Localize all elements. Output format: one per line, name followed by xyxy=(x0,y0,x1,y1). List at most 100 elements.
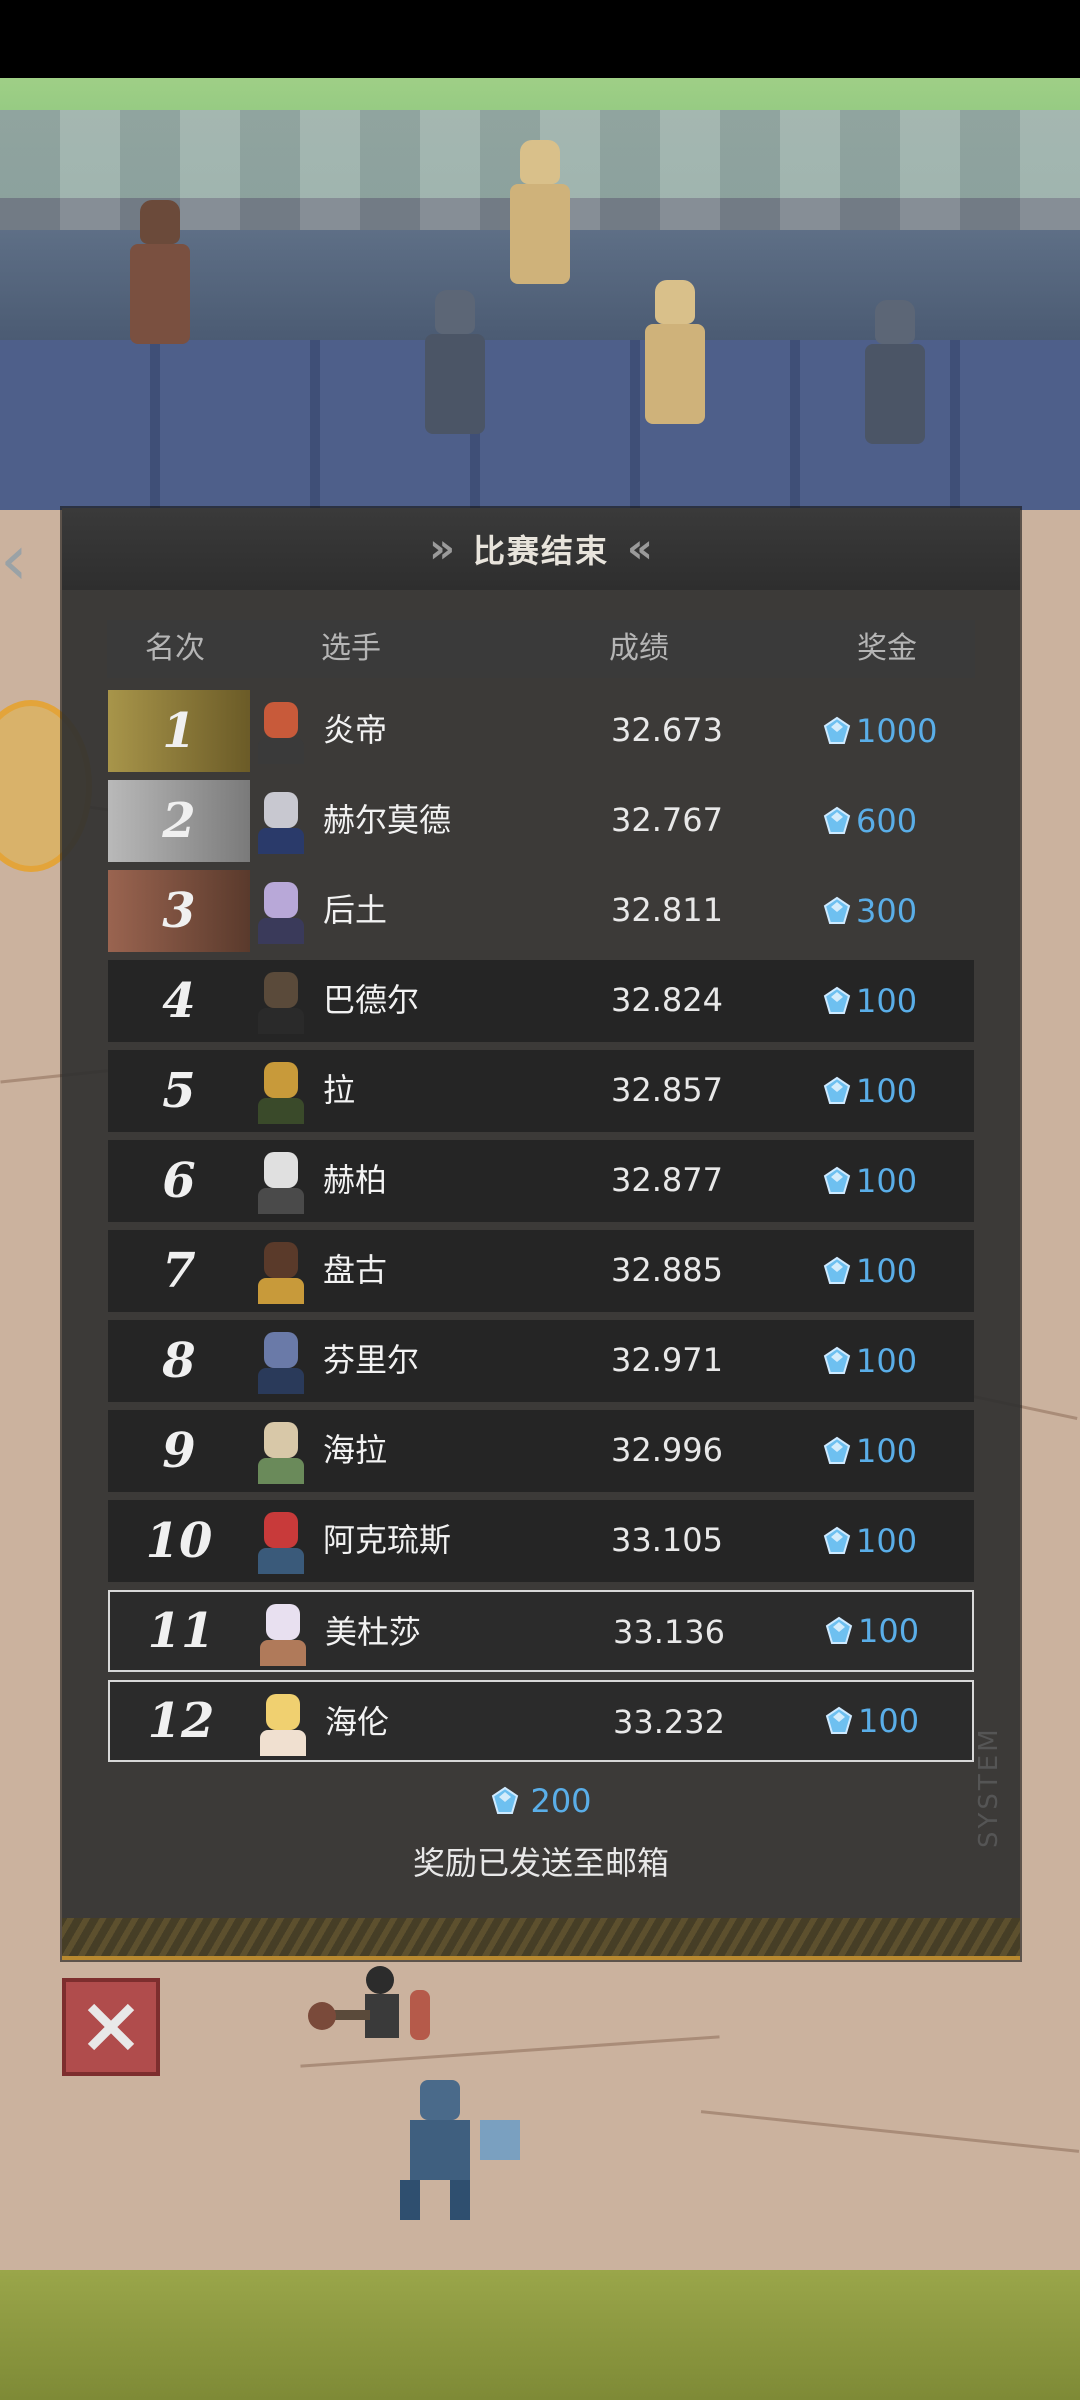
player-name: 美杜莎 xyxy=(325,1613,422,1651)
prize-amount: 1000 xyxy=(856,712,938,750)
rank-number: 8 xyxy=(162,1333,196,1389)
result-row: 12 海伦 33.232 100 xyxy=(108,1680,974,1762)
gem-icon xyxy=(492,1786,519,1814)
rank-cell: 1 xyxy=(108,690,250,772)
rank-cell: 8 xyxy=(108,1320,250,1402)
prize-amount: 100 xyxy=(856,1162,918,1200)
prize: 100 xyxy=(822,1500,917,1582)
result-row: 11 美杜莎 33.136 100 xyxy=(108,1590,974,1672)
column-header-score: 成绩 xyxy=(609,631,669,666)
player-score: 32.767 xyxy=(611,801,723,839)
rank-cell: 10 xyxy=(108,1500,250,1582)
rank-cell: 3 xyxy=(108,870,250,952)
column-header-rank: 名次 xyxy=(145,631,205,666)
gem-icon xyxy=(823,716,851,744)
rank-number: 9 xyxy=(162,1423,196,1479)
rank-number: 5 xyxy=(162,1063,196,1119)
rank-number: 12 xyxy=(147,1693,215,1749)
spectator xyxy=(420,290,490,450)
prize-amount: 100 xyxy=(858,1612,920,1650)
prize: 100 xyxy=(822,1050,917,1132)
result-row: 3 后土 32.811 300 xyxy=(108,870,974,952)
gem-icon xyxy=(823,896,851,924)
result-row: 8 芬里尔 32.971 100 xyxy=(108,1320,974,1402)
rank-cell: 7 xyxy=(108,1230,250,1312)
rank-cell: 4 xyxy=(108,960,250,1042)
gem-icon xyxy=(823,1526,851,1554)
player-score: 33.105 xyxy=(611,1521,723,1559)
player-score: 32.996 xyxy=(611,1431,723,1469)
chevron-left-icon: « xyxy=(627,526,653,572)
player-score: 33.232 xyxy=(613,1703,725,1741)
player-score: 32.877 xyxy=(611,1161,723,1199)
rank-number: 11 xyxy=(147,1603,215,1659)
prize: 100 xyxy=(822,1320,917,1402)
gem-icon xyxy=(823,1076,851,1104)
results-table-header: 名次 选手 成绩 奖金 xyxy=(107,620,975,678)
close-button[interactable] xyxy=(62,1978,160,2076)
rank-cell: 6 xyxy=(108,1140,250,1222)
player-avatar xyxy=(250,1418,312,1484)
player-score: 32.971 xyxy=(611,1341,723,1379)
ground-crack xyxy=(700,2110,1080,2153)
player-name: 炎帝 xyxy=(323,711,388,749)
player-avatar xyxy=(250,698,312,764)
prize-amount: 100 xyxy=(856,1252,918,1290)
player-score: 32.824 xyxy=(611,981,723,1019)
prize: 100 xyxy=(822,1140,917,1222)
rank-cell: 9 xyxy=(108,1410,250,1492)
total-reward: 200 xyxy=(62,1776,1020,1826)
prize-amount: 100 xyxy=(856,1072,918,1110)
player-avatar xyxy=(250,788,312,854)
gem-icon xyxy=(823,986,851,1014)
gem-icon xyxy=(823,806,851,834)
column-header-prize: 奖金 xyxy=(857,631,917,666)
prize: 100 xyxy=(822,960,917,1042)
result-row: 10 阿克琉斯 33.105 100 xyxy=(108,1500,974,1582)
rank-number: 7 xyxy=(162,1243,196,1299)
player-avatar xyxy=(250,1148,312,1214)
player-name: 芬里尔 xyxy=(323,1341,420,1379)
result-row: 2 赫尔莫德 32.767 600 xyxy=(108,780,974,862)
player-name: 海伦 xyxy=(325,1703,390,1741)
player-name: 海拉 xyxy=(323,1431,388,1469)
player-avatar xyxy=(250,1058,312,1124)
player-score: 32.857 xyxy=(611,1071,723,1109)
player-avatar xyxy=(250,1328,312,1394)
prize-amount: 100 xyxy=(856,1342,918,1380)
column-header-player: 选手 xyxy=(321,631,381,666)
armored-fighter-character xyxy=(340,2070,540,2230)
rank-cell: 12 xyxy=(110,1682,252,1760)
player-avatar xyxy=(250,968,312,1034)
game-screen: ‹ » 比赛结束 « SYSTEM 200 奖励已发送至邮箱 名次 选手 成绩 … xyxy=(0,0,1080,2400)
panel-bottom-border xyxy=(62,1956,1020,1960)
result-row: 4 巴德尔 32.824 100 xyxy=(108,960,974,1042)
player-avatar xyxy=(252,1600,314,1666)
result-row: 1 炎帝 32.673 1000 xyxy=(108,690,974,772)
spectator xyxy=(860,300,930,460)
player-name: 赫尔莫德 xyxy=(323,801,452,839)
gem-icon xyxy=(825,1616,853,1644)
spectator xyxy=(640,280,710,440)
prize: 300 xyxy=(822,870,917,952)
result-row: 5 拉 32.857 100 xyxy=(108,1050,974,1132)
result-row: 6 赫柏 32.877 100 xyxy=(108,1140,974,1222)
player-score: 33.136 xyxy=(613,1613,725,1651)
rank-number: 1 xyxy=(162,703,196,759)
player-score: 32.811 xyxy=(611,891,723,929)
result-row: 7 盘古 32.885 100 xyxy=(108,1230,974,1312)
gem-icon xyxy=(823,1346,851,1374)
player-name: 赫柏 xyxy=(323,1161,388,1199)
player-name: 巴德尔 xyxy=(323,981,420,1019)
player-score: 32.673 xyxy=(611,711,723,749)
prize: 600 xyxy=(822,780,917,862)
chevron-right-icon: » xyxy=(429,526,455,572)
prize-amount: 100 xyxy=(856,1522,918,1560)
player-name: 盘古 xyxy=(323,1251,388,1289)
fighter-character xyxy=(270,1960,450,2080)
player-name: 后土 xyxy=(323,891,388,929)
player-name: 阿克琉斯 xyxy=(323,1521,452,1559)
prize-amount: 100 xyxy=(856,982,918,1020)
total-reward-amount: 200 xyxy=(530,1782,592,1820)
prize-amount: 100 xyxy=(856,1432,918,1470)
